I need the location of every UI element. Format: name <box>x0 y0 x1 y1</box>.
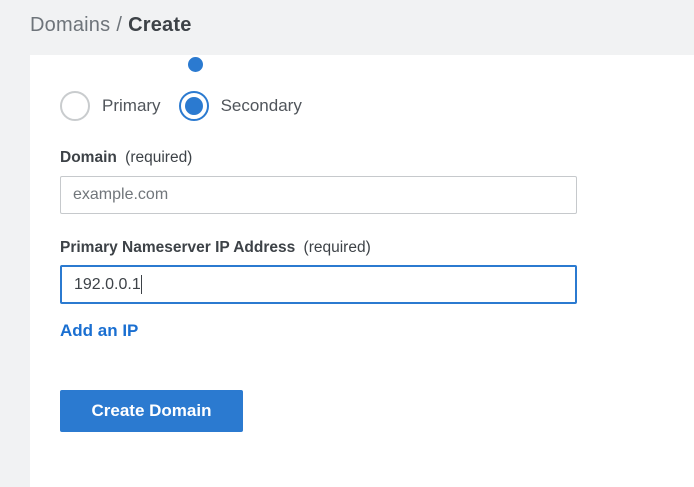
radio-secondary-label[interactable]: Secondary <box>221 96 302 116</box>
domain-type-radio-group: Primary Secondary <box>60 91 302 121</box>
radio-secondary[interactable] <box>179 91 209 121</box>
create-domain-button[interactable]: Create Domain <box>60 390 243 432</box>
domain-field-label: Domain (required) <box>60 149 192 167</box>
add-an-ip-link[interactable]: Add an IP <box>60 321 138 341</box>
primary-nameserver-ip-input[interactable] <box>60 265 577 304</box>
create-domain-panel: Primary Secondary Domain (required) Prim… <box>30 55 694 487</box>
breadcrumb-separator: / <box>116 14 122 36</box>
ip-input-wrap <box>60 265 577 304</box>
breadcrumb: Domains / Create <box>30 14 192 37</box>
domain-label-text: Domain <box>60 149 117 166</box>
text-cursor <box>141 275 142 294</box>
domain-input[interactable] <box>60 176 577 214</box>
radio-primary[interactable] <box>60 91 90 121</box>
breadcrumb-domains-link[interactable]: Domains <box>30 14 110 36</box>
ip-required-hint: (required) <box>304 239 371 256</box>
blue-dot-artifact <box>188 57 203 72</box>
ip-field-label: Primary Nameserver IP Address (required) <box>60 239 371 257</box>
domain-required-hint: (required) <box>125 149 192 166</box>
ip-label-text: Primary Nameserver IP Address <box>60 239 295 256</box>
page-title: Create <box>128 14 191 36</box>
radio-primary-label[interactable]: Primary <box>102 96 161 116</box>
